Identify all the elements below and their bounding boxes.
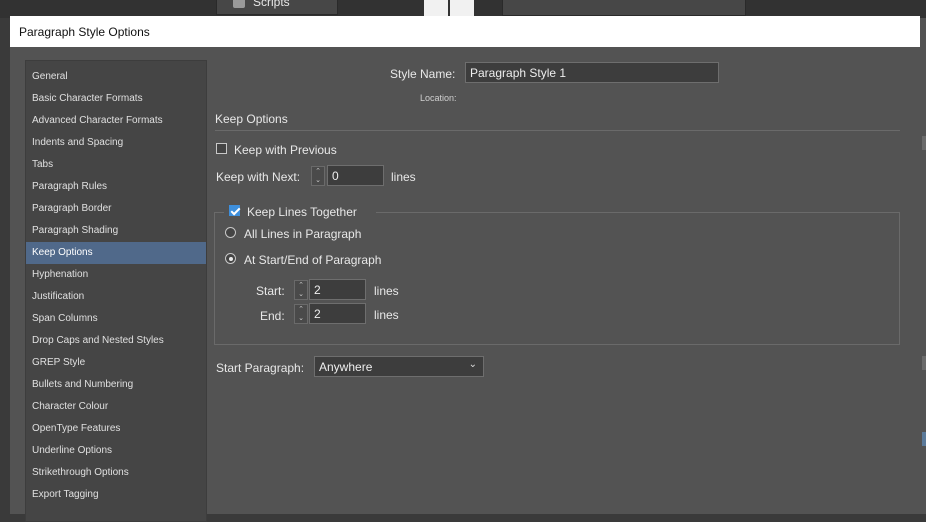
- scripts-icon: [233, 0, 245, 8]
- section-title: Keep Options: [215, 112, 288, 126]
- background-marker: [922, 432, 926, 446]
- keep-with-next-value: 0: [332, 169, 339, 183]
- sidebar-item-character-colour[interactable]: Character Colour: [26, 396, 206, 418]
- keep-with-previous-label: Keep with Previous: [234, 143, 337, 157]
- sidebar-item-span-columns[interactable]: Span Columns: [26, 308, 206, 330]
- style-name-value: Paragraph Style 1: [470, 66, 567, 80]
- location-label: Location:: [420, 93, 457, 103]
- stepper-up-icon: ⌃: [298, 306, 304, 313]
- background-swatch: [450, 0, 474, 16]
- start-label: Start:: [256, 284, 285, 298]
- sidebar-item-keep-options[interactable]: Keep Options: [26, 242, 206, 264]
- dialog-titlebar[interactable]: Paragraph Style Options: [10, 16, 920, 47]
- stepper-down-icon: ⌄: [298, 291, 304, 298]
- at-start-end-label: At Start/End of Paragraph: [244, 253, 382, 267]
- end-value: 2: [314, 307, 321, 321]
- end-stepper[interactable]: ⌃ ⌄: [294, 304, 308, 324]
- background-right-panel: [920, 18, 926, 514]
- end-input[interactable]: 2: [309, 303, 366, 324]
- sidebar-item-justification[interactable]: Justification: [26, 286, 206, 308]
- paragraph-style-options-dialog: Paragraph Style Options General Basic Ch…: [10, 16, 920, 522]
- start-paragraph-dropdown[interactable]: Anywhere ⌄: [314, 356, 484, 377]
- keep-with-next-label: Keep with Next:: [216, 170, 301, 184]
- sidebar-item-opentype-features[interactable]: OpenType Features: [26, 418, 206, 440]
- sidebar-item-paragraph-rules[interactable]: Paragraph Rules: [26, 176, 206, 198]
- keep-with-previous-checkbox[interactable]: [216, 143, 227, 154]
- category-list: General Basic Character Formats Advanced…: [25, 60, 207, 522]
- sidebar-item-paragraph-shading[interactable]: Paragraph Shading: [26, 220, 206, 242]
- keep-with-next-stepper[interactable]: ⌃ ⌄: [311, 166, 325, 186]
- sidebar-item-tabs[interactable]: Tabs: [26, 154, 206, 176]
- scripts-panel-tab[interactable]: Scripts: [216, 0, 338, 15]
- start-input[interactable]: 2: [309, 279, 366, 300]
- sidebar-item-underline-options[interactable]: Underline Options: [26, 440, 206, 462]
- keep-lines-together-checkbox[interactable]: [229, 205, 240, 216]
- all-lines-radio[interactable]: [225, 227, 236, 238]
- background-swatch: [424, 0, 448, 16]
- background-marker: [922, 356, 926, 370]
- keep-with-next-input[interactable]: 0: [327, 165, 384, 186]
- sidebar-item-bullets-and-numbering[interactable]: Bullets and Numbering: [26, 374, 206, 396]
- style-name-input[interactable]: Paragraph Style 1: [465, 62, 719, 83]
- sidebar-item-grep-style[interactable]: GREP Style: [26, 352, 206, 374]
- start-paragraph-label: Start Paragraph:: [216, 361, 305, 375]
- sidebar-item-advanced-character-formats[interactable]: Advanced Character Formats: [26, 110, 206, 132]
- stepper-up-icon: ⌃: [315, 168, 321, 175]
- stepper-down-icon: ⌄: [298, 315, 304, 322]
- sidebar-item-strikethrough-options[interactable]: Strikethrough Options: [26, 462, 206, 484]
- sidebar-item-indents-and-spacing[interactable]: Indents and Spacing: [26, 132, 206, 154]
- sidebar-item-export-tagging[interactable]: Export Tagging: [26, 484, 206, 506]
- start-unit: lines: [374, 284, 399, 298]
- sidebar-item-hyphenation[interactable]: Hyphenation: [26, 264, 206, 286]
- start-paragraph-value: Anywhere: [319, 360, 373, 374]
- end-label: End:: [260, 309, 285, 323]
- stepper-up-icon: ⌃: [298, 282, 304, 289]
- sidebar-item-drop-caps[interactable]: Drop Caps and Nested Styles: [26, 330, 206, 352]
- start-stepper[interactable]: ⌃ ⌄: [294, 280, 308, 300]
- background-panel: [502, 0, 746, 16]
- background-marker: [922, 136, 926, 150]
- start-value: 2: [314, 283, 321, 297]
- end-unit: lines: [374, 308, 399, 322]
- chevron-down-icon: ⌄: [468, 359, 477, 370]
- stepper-down-icon: ⌄: [315, 177, 321, 184]
- sidebar-item-general[interactable]: General: [26, 66, 206, 88]
- at-start-end-radio[interactable]: [225, 253, 236, 264]
- dialog-title: Paragraph Style Options: [19, 25, 150, 39]
- keep-with-next-unit: lines: [391, 170, 416, 184]
- all-lines-label: All Lines in Paragraph: [244, 227, 362, 241]
- sidebar-item-basic-character-formats[interactable]: Basic Character Formats: [26, 88, 206, 110]
- keep-lines-together-label: Keep Lines Together: [247, 205, 357, 219]
- scripts-panel-label: Scripts: [253, 0, 290, 9]
- style-name-label: Style Name:: [390, 67, 456, 81]
- sidebar-item-paragraph-border[interactable]: Paragraph Border: [26, 198, 206, 220]
- section-divider: [215, 130, 900, 131]
